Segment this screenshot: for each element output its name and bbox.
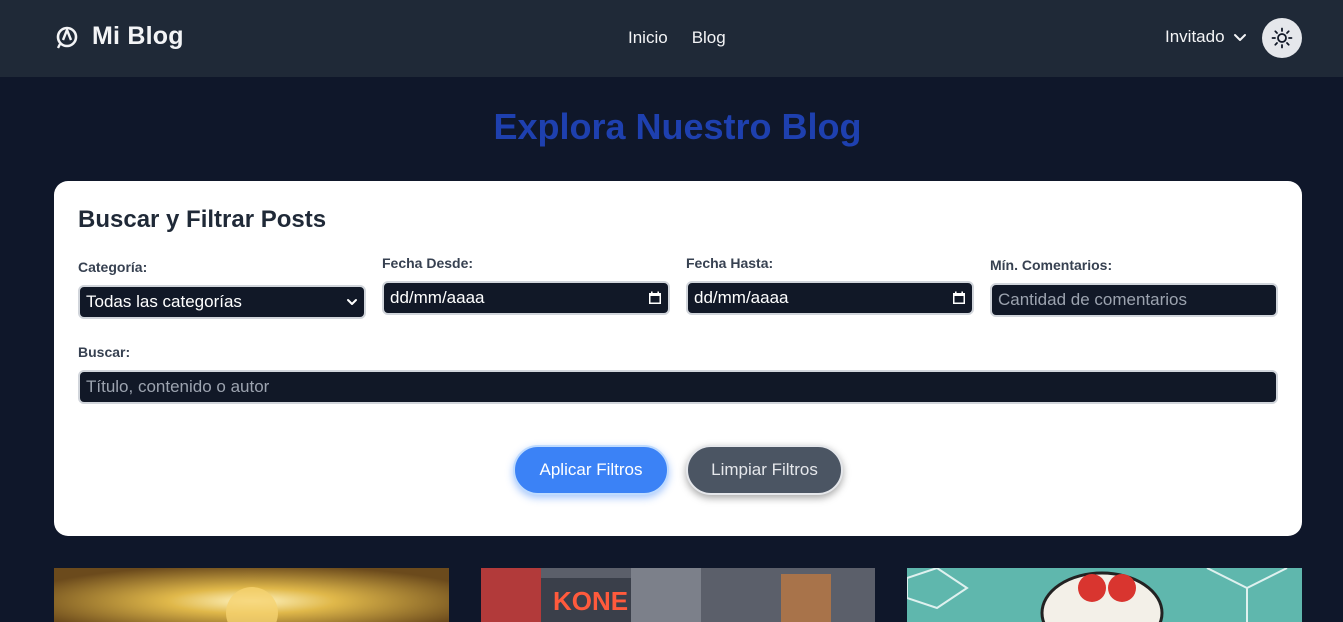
search-label: Buscar: (78, 344, 131, 360)
filter-panel: Buscar y Filtrar Posts Categoría: Todas … (54, 181, 1302, 536)
chevron-down-icon (1233, 34, 1246, 41)
category-label: Categoría: (78, 259, 148, 275)
navbar: Mi Blog Inicio Blog Invitado (0, 0, 1343, 77)
svg-text:KONE: KONE (553, 586, 628, 616)
date-from-label: Fecha Desde: (382, 255, 474, 271)
brand[interactable]: Mi Blog (54, 22, 184, 51)
user-label: Invitado (1165, 27, 1225, 46)
post-card-image[interactable] (54, 568, 449, 622)
post-card-image[interactable] (907, 568, 1302, 622)
search-input[interactable]: Título, contenido o autor (78, 370, 1278, 404)
calendar-icon[interactable] (648, 291, 662, 305)
theme-toggle-button[interactable] (1262, 18, 1302, 58)
illustration-photo (907, 568, 1302, 622)
main-nav: Inicio Blog (628, 28, 726, 48)
clear-filters-button[interactable]: Limpiar Filtros (686, 445, 843, 495)
street-sign-photo: KONE (481, 568, 875, 622)
search-placeholder: Título, contenido o autor (86, 377, 270, 396)
page-title: Explora Nuestro Blog (493, 106, 862, 147)
date-to-label: Fecha Hasta: (686, 255, 774, 271)
date-from-value: dd/mm/aaaa (390, 288, 485, 307)
sun-icon (1271, 27, 1293, 49)
date-to-value: dd/mm/aaaa (694, 288, 789, 307)
date-from-input[interactable]: dd/mm/aaaa (382, 281, 670, 315)
user-menu[interactable]: Invitado (1165, 27, 1249, 47)
chevron-down-icon (347, 299, 357, 305)
min-comments-input[interactable]: Cantidad de comentarios (990, 283, 1278, 317)
min-comments-placeholder: Cantidad de comentarios (998, 290, 1188, 309)
nav-link-inicio[interactable]: Inicio (628, 28, 668, 48)
min-comments-label: Mín. Comentarios: (990, 257, 1113, 273)
apply-filters-button[interactable]: Aplicar Filtros (513, 445, 669, 495)
filter-panel-title: Buscar y Filtrar Posts (78, 206, 327, 233)
post-card-image[interactable]: KONE (481, 568, 875, 622)
sunlight-photo (54, 568, 449, 622)
logo-icon (56, 26, 78, 49)
nav-link-blog[interactable]: Blog (692, 28, 726, 48)
category-select-value: Todas las categorías (86, 292, 242, 311)
category-select[interactable]: Todas las categorías (78, 285, 366, 319)
date-to-input[interactable]: dd/mm/aaaa (686, 281, 974, 315)
calendar-icon[interactable] (952, 291, 966, 305)
brand-title: Mi Blog (92, 22, 184, 50)
